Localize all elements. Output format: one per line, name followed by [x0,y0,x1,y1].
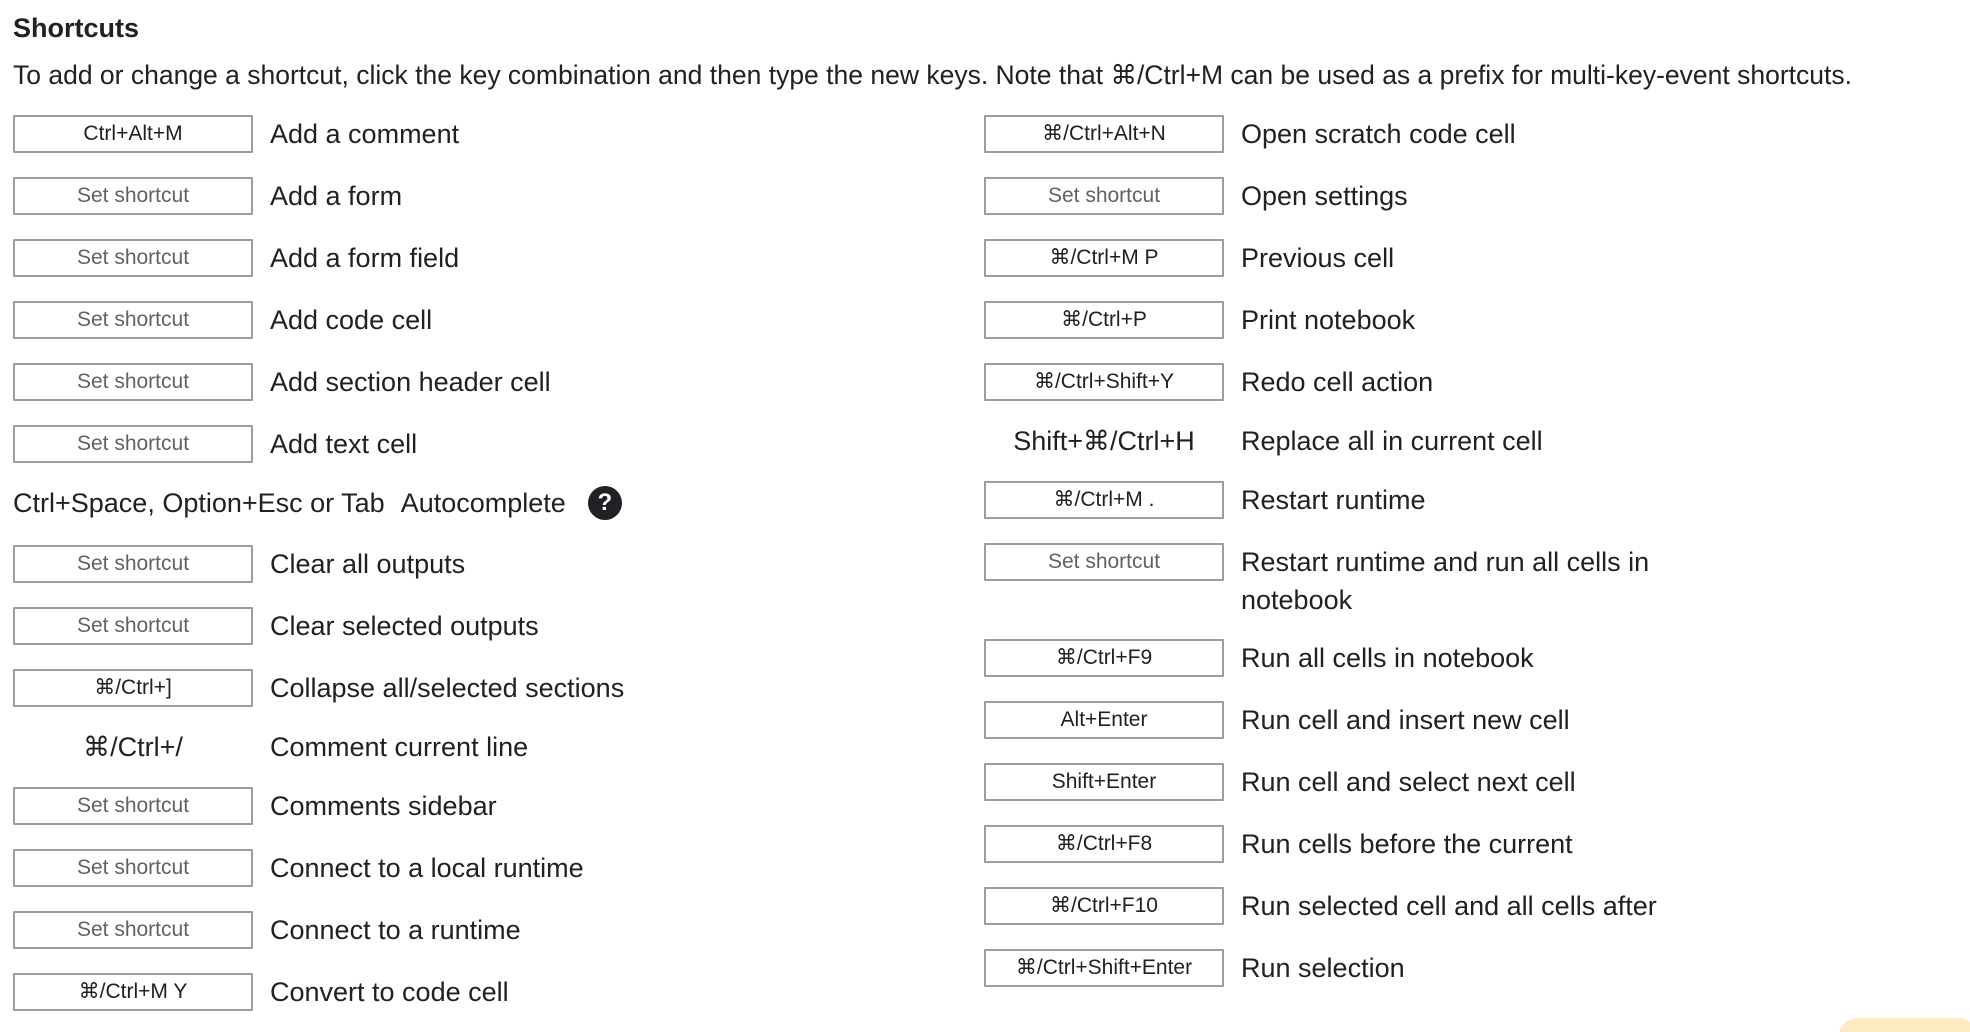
set-shortcut-button[interactable]: Set shortcut [13,911,253,949]
shortcut-label: Run all cells in notebook [1241,643,1534,673]
shortcut-key-button[interactable]: ⌘/Ctrl+M P [984,239,1224,277]
shortcut-row: Shift+Enter Run cell and select next cel… [984,763,1576,801]
shortcut-label: Open scratch code cell [1241,119,1516,149]
shortcut-row: ⌘/Ctrl+F10 Run selected cell and all cel… [984,887,1657,925]
page-title: Shortcuts [13,13,140,43]
help-circle-icon[interactable]: ? [587,486,622,520]
shortcut-label: Add a form field [270,243,460,273]
shortcut-label: Run cell and select next cell [1241,767,1576,797]
set-shortcut-button[interactable]: Set shortcut [13,425,253,463]
shortcut-row: Set shortcut Add a form [13,177,402,215]
shortcut-label: Comment current line [270,732,529,762]
shortcut-label: Add code cell [270,305,433,335]
set-shortcut-button[interactable]: Set shortcut [984,177,1224,215]
shortcut-key-button[interactable]: ⌘/Ctrl+Alt+N [984,115,1224,153]
shortcut-label: Run selection [1241,953,1405,983]
set-shortcut-button[interactable]: Set shortcut [984,543,1224,581]
shortcut-row: ⌘/Ctrl+Shift+Y Redo cell action [984,363,1433,401]
shortcut-key-button[interactable]: ⌘/Ctrl+] [13,669,253,707]
set-shortcut-button[interactable]: Set shortcut [13,787,253,825]
shortcut-row: Set shortcut Comments sidebar [13,787,497,825]
shortcut-row: ⌘/Ctrl+M Y Convert to code cell [13,973,509,1011]
shortcut-row: Ctrl+Alt+M Add a comment [13,115,459,153]
shortcut-row: Set shortcut Open settings [984,177,1408,215]
shortcut-row: ⌘/Ctrl+P Print notebook [984,301,1415,339]
shortcut-label: Comments sidebar [270,791,497,821]
shortcut-label: Run cell and insert new cell [1241,705,1570,735]
shortcut-row: ⌘/Ctrl+F9 Run all cells in notebook [984,639,1534,677]
shortcut-key-button[interactable]: Alt+Enter [984,701,1224,739]
set-shortcut-button[interactable]: Set shortcut [13,607,253,645]
shortcut-label: Run cells before the current [1241,829,1573,859]
shortcut-row: ⌘/Ctrl+/ Comment current line [13,728,528,766]
shortcut-row: Set shortcut Add text cell [13,425,417,463]
shortcut-label: Connect to a runtime [270,915,521,945]
shortcut-key-button[interactable]: Ctrl+Alt+M [13,115,253,153]
corner-overlay [1838,1018,1970,1032]
set-shortcut-button[interactable]: Set shortcut [13,239,253,277]
shortcut-key-button[interactable]: ⌘/Ctrl+M Y [13,973,253,1011]
shortcut-row: Set shortcut Add code cell [13,301,432,339]
shortcut-label: Add text cell [270,429,418,459]
shortcut-row: Set shortcut Connect to a local runtime [13,849,584,887]
shortcut-key-button[interactable]: ⌘/Ctrl+F10 [984,887,1224,925]
autocomplete-row: Ctrl+Space, Option+Esc or Tab Autocomple… [13,484,622,522]
set-shortcut-button[interactable]: Set shortcut [13,301,253,339]
shortcut-key-button[interactable]: ⌘/Ctrl+F8 [984,825,1224,863]
shortcut-key-button[interactable]: ⌘/Ctrl+P [984,301,1224,339]
shortcut-key-button[interactable]: ⌘/Ctrl+Shift+Y [984,363,1224,401]
shortcut-row: ⌘/Ctrl+F8 Run cells before the current [984,825,1573,863]
fixed-shortcut-keys: Shift+⌘/Ctrl+H [1013,426,1195,456]
shortcut-key-button[interactable]: Shift+Enter [984,763,1224,801]
shortcut-label: Redo cell action [1241,367,1434,397]
shortcut-label: Collapse all/selected sections [270,673,625,703]
fixed-shortcut-keys: ⌘/Ctrl+/ [83,732,183,762]
set-shortcut-button[interactable]: Set shortcut [13,545,253,583]
set-shortcut-button[interactable]: Set shortcut [13,177,253,215]
shortcut-row: Set shortcut Add section header cell [13,363,551,401]
shortcut-label: Replace all in current cell [1241,426,1543,456]
shortcut-label: Autocomplete [400,488,566,518]
shortcuts-description: To add or change a shortcut, click the k… [13,60,1852,90]
shortcut-row: Set shortcut Clear all outputs [13,545,465,583]
shortcut-label: Convert to code cell [270,977,509,1007]
set-shortcut-button[interactable]: Set shortcut [13,363,253,401]
shortcut-label: Add a comment [270,119,460,149]
shortcut-row: Alt+Enter Run cell and insert new cell [984,701,1570,739]
shortcut-key-button[interactable]: ⌘/Ctrl+Shift+Enter [984,949,1224,987]
shortcut-row: ⌘/Ctrl+Shift+Enter Run selection [984,949,1405,987]
shortcut-label: Run selected cell and all cells after [1241,891,1657,921]
shortcut-label: Print notebook [1241,305,1416,335]
shortcut-label: Restart runtime [1241,485,1426,515]
shortcut-label: Restart runtime and run all cells in not… [1241,547,1650,615]
shortcut-label: Open settings [1241,181,1408,211]
shortcut-label: Previous cell [1241,243,1395,273]
shortcut-key-button[interactable]: ⌘/Ctrl+M . [984,481,1224,519]
shortcut-label: Clear all outputs [270,549,466,579]
shortcut-row: Set shortcut Clear selected outputs [13,607,539,645]
shortcut-label: Add a form [270,181,403,211]
shortcut-label: Clear selected outputs [270,611,539,641]
shortcut-row: Set shortcut Restart runtime and run all… [984,543,1711,619]
shortcut-label: Add section header cell [270,367,551,397]
shortcut-label: Connect to a local runtime [270,853,584,883]
shortcut-row: ⌘/Ctrl+Alt+N Open scratch code cell [984,115,1516,153]
shortcut-row: ⌘/Ctrl+M . Restart runtime [984,481,1426,519]
shortcut-row: Set shortcut Add a form field [13,239,459,277]
shortcut-row: Set shortcut Connect to a runtime [13,911,521,949]
shortcut-key-button[interactable]: ⌘/Ctrl+F9 [984,639,1224,677]
shortcut-row: ⌘/Ctrl+] Collapse all/selected sections [13,669,624,707]
shortcut-row: ⌘/Ctrl+M P Previous cell [984,239,1394,277]
autocomplete-keys: Ctrl+Space, Option+Esc or Tab [13,488,385,518]
shortcut-row: Shift+⌘/Ctrl+H Replace all in current ce… [984,422,1543,460]
set-shortcut-button[interactable]: Set shortcut [13,849,253,887]
